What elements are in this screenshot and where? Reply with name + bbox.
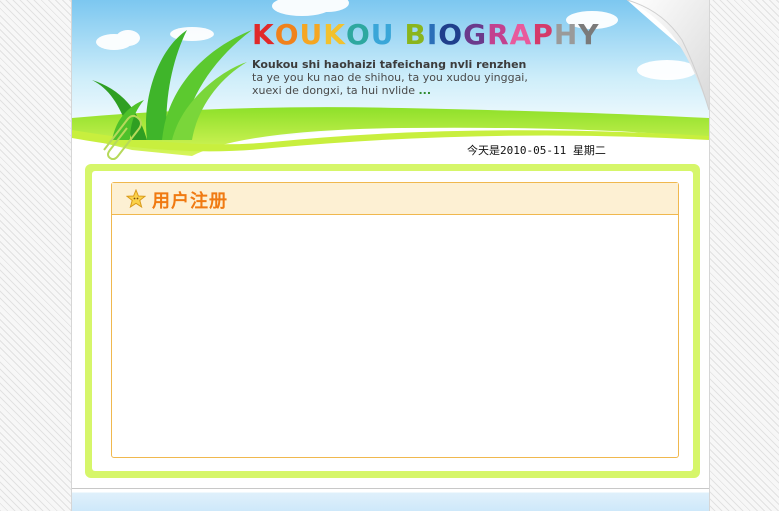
current-date: 今天是2010-05-11 星期二	[467, 144, 606, 157]
title-letter: O	[345, 18, 371, 51]
title-letter: O	[274, 18, 300, 51]
title-letter: A	[509, 18, 533, 51]
title-letter: K	[252, 18, 275, 51]
title-letter: O	[438, 18, 464, 51]
tagline-more-link[interactable]: ...	[418, 84, 431, 97]
page: KOUKOU BIOGRAPHY Koukou shi haohaizi taf…	[71, 0, 710, 511]
title-letter: K	[323, 18, 346, 51]
title-letter: U	[370, 18, 395, 51]
footer-strip	[72, 488, 709, 511]
header-banner: KOUKOU BIOGRAPHY Koukou shi haohaizi taf…	[72, 0, 709, 160]
title-letter	[395, 18, 405, 52]
title-letter: I	[426, 18, 439, 51]
title-letter: U	[299, 18, 324, 51]
tagline-heading: Koukou shi haohaizi tafeichang nvli renz…	[252, 58, 527, 71]
tagline-text: ta ye you ku nao de shihou, ta you xudou…	[252, 71, 528, 97]
content-frame: 用户注册	[85, 164, 700, 478]
site-tagline: Koukou shi haohaizi tafeichang nvli renz…	[252, 58, 552, 97]
site-title-logo: KOUKOU BIOGRAPHY	[252, 18, 600, 52]
title-letter: G	[463, 18, 488, 51]
register-panel: 用户注册	[111, 182, 679, 458]
star-icon	[126, 189, 146, 209]
register-panel-title: 用户注册	[152, 191, 228, 212]
title-letter: B	[404, 18, 427, 51]
title-letter: Y	[578, 18, 600, 51]
title-letter: H	[553, 18, 579, 51]
title-letter: P	[532, 18, 554, 51]
register-panel-header: 用户注册	[112, 183, 678, 215]
title-letter: R	[487, 18, 510, 51]
content-inner: 用户注册	[92, 171, 693, 471]
